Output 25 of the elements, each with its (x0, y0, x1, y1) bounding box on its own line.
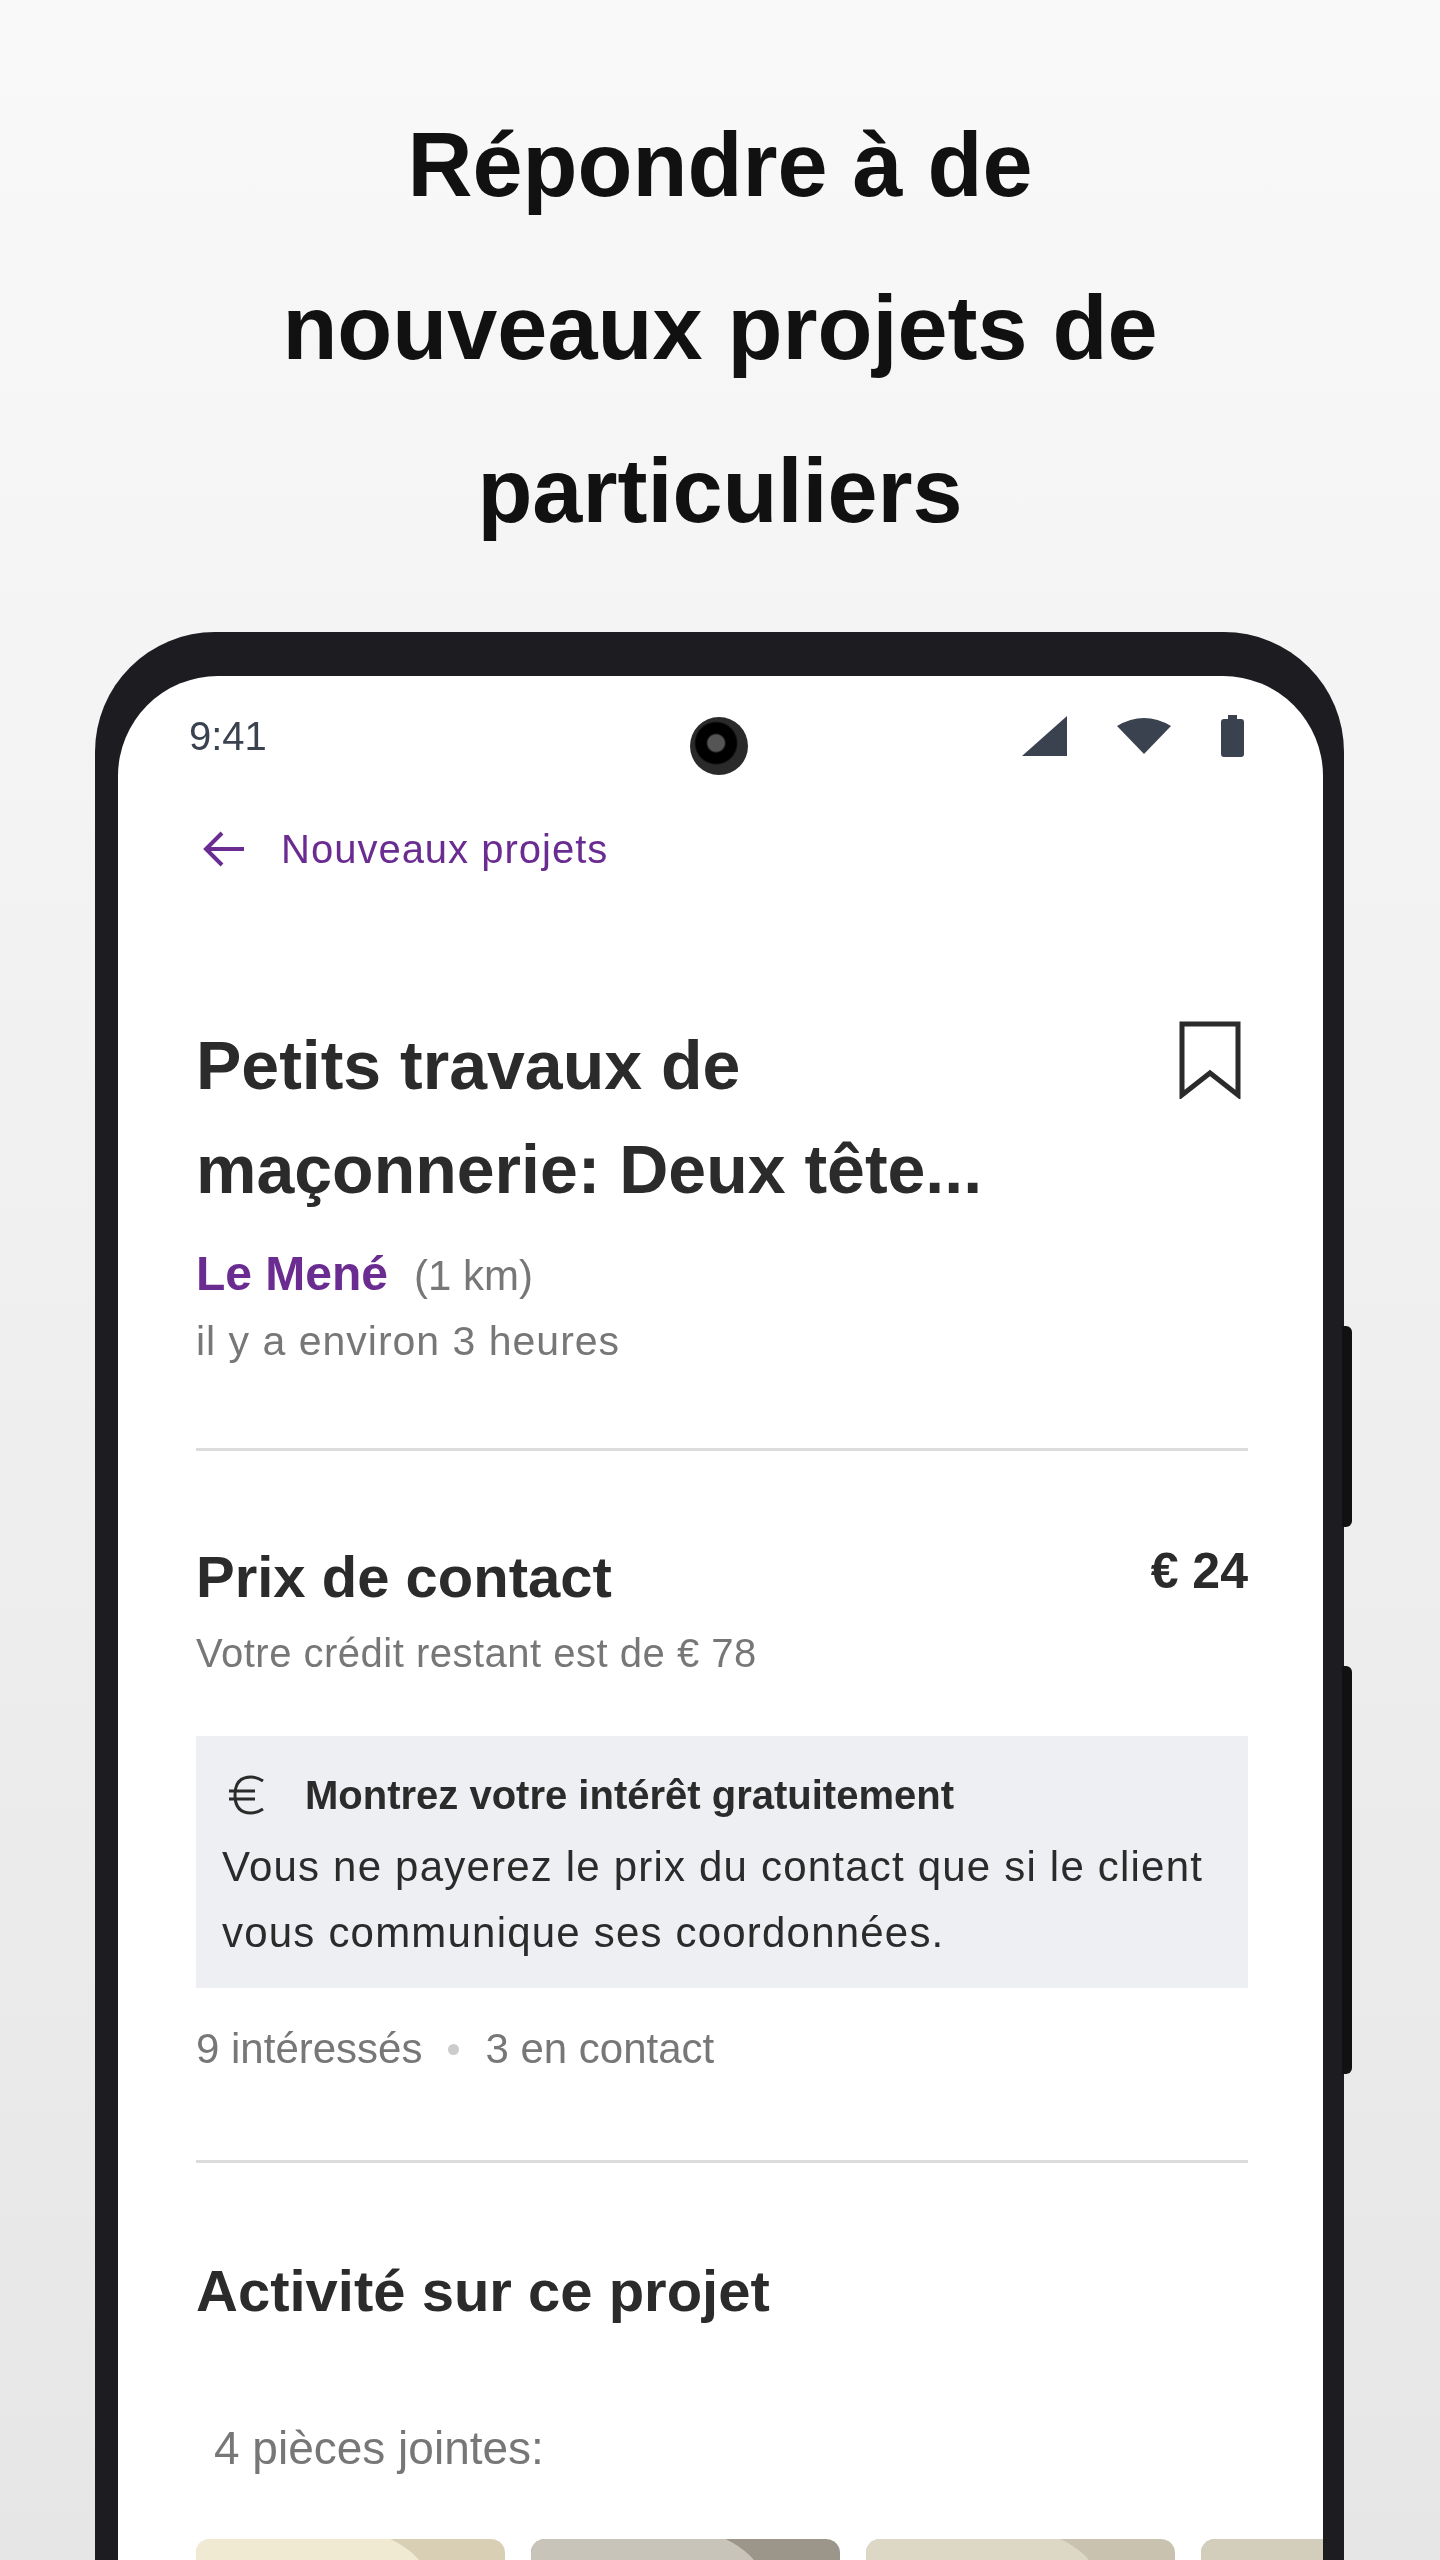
project-title: Petits travaux de maçonnerie: Deux tête... (196, 1026, 984, 1209)
status-time: 9:41 (189, 713, 267, 759)
headline: Répondre à de nouveaux projets de particuliers (281, 114, 1159, 543)
notice-text: Vous ne payerez le prix du contact que si le client vous communique ses coordonnées. (222, 1842, 1205, 1958)
notice-title: Montrez votre intérêt gratuitement (305, 1772, 954, 1819)
separator-dot (448, 2043, 460, 2055)
signal-icon (1022, 716, 1067, 756)
wifi-icon (1117, 718, 1171, 754)
attachments-label: 4 pièces jointes: (214, 2421, 545, 2476)
project-location: Le Mené (196, 1246, 389, 1302)
credit-text: Votre crédit restant est de € 78 (196, 1630, 758, 1677)
stat-text: 3 en contact (485, 2024, 715, 2074)
side-button[interactable] (1342, 1326, 1352, 1527)
price-label: Prix de contact (196, 1543, 612, 1611)
bookmark-icon[interactable] (1179, 1021, 1241, 1099)
back-link[interactable]: Nouveaux projets (202, 826, 609, 872)
side-button[interactable] (1342, 1666, 1352, 2074)
camera-icon (690, 717, 748, 775)
section-title: Activité sur ce projet (196, 2257, 771, 2325)
back-arrow-icon (202, 831, 246, 867)
posted-time: il y a environ 3 heures (196, 1317, 622, 1366)
project-distance: (1 km) (414, 1251, 534, 1301)
battery-icon (1221, 715, 1244, 757)
price-amount: € 24 (1150, 1542, 1248, 1601)
stat-text: 9 intéressés (196, 2024, 423, 2074)
